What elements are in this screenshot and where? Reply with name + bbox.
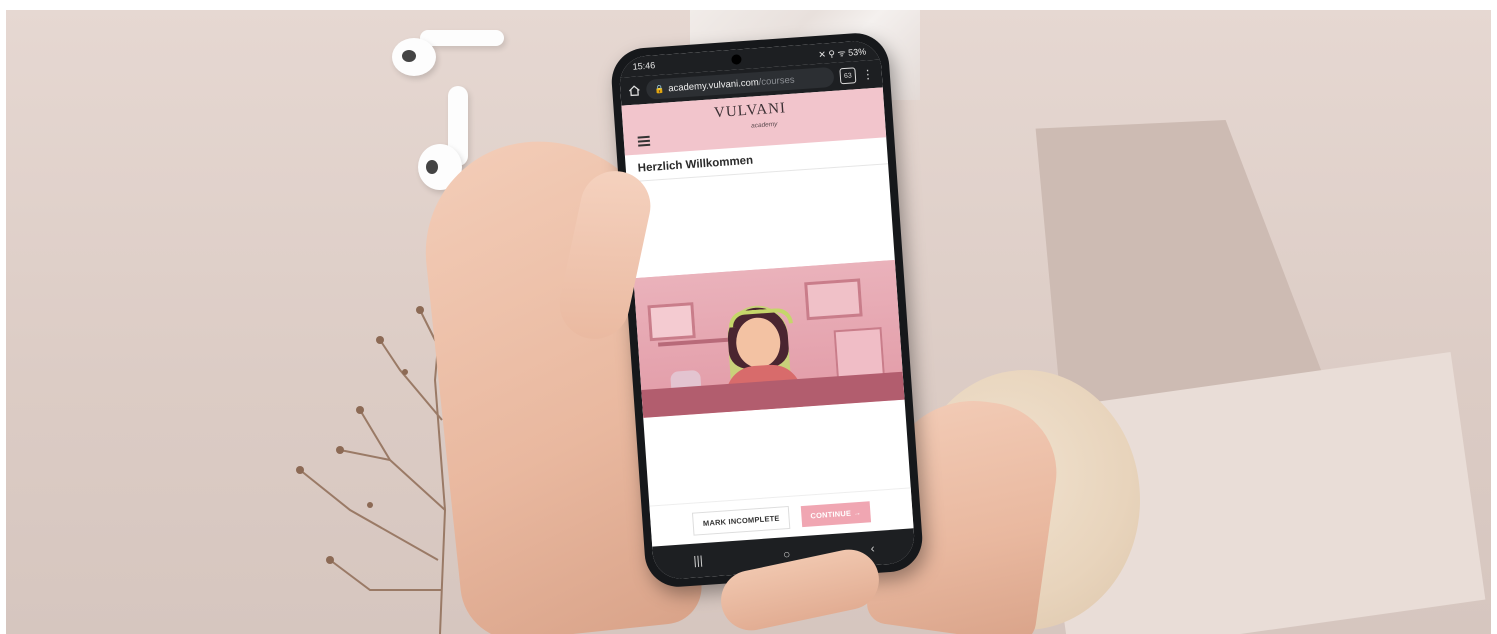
home-icon[interactable] [628,84,641,97]
front-camera [731,54,743,65]
photo-scene: 15:46 ✕ ⚲ ᯤ 53% 🔒 academy.vulvani.com/co… [0,0,1497,634]
lock-icon: 🔒 [654,84,665,94]
home-nav-icon[interactable]: ○ [783,547,791,561]
image-border-left [0,0,6,634]
mark-incomplete-button[interactable]: MARK INCOMPLETE [692,505,791,536]
site-logo[interactable]: VULVANI [714,100,787,122]
hamburger-icon[interactable] [637,135,651,147]
more-vert-icon[interactable]: ⋮ [861,67,874,82]
lesson-illustration [633,259,905,418]
status-time: 15:46 [632,60,656,72]
phone-screen: 15:46 ✕ ⚲ ᯤ 53% 🔒 academy.vulvani.com/co… [618,39,916,581]
lesson-blank-area [627,164,895,278]
tabs-count-button[interactable]: 63 [839,67,857,85]
site-logo-sub: academy [750,120,778,130]
back-icon[interactable]: ‹ [870,541,875,555]
smartphone: 15:46 ✕ ⚲ ᯤ 53% 🔒 academy.vulvani.com/co… [609,30,925,590]
recents-icon[interactable]: ||| [693,553,703,568]
image-border-right [1491,0,1497,634]
image-border-top [0,0,1497,10]
status-indicators: ✕ ⚲ ᯤ 53% [818,45,867,60]
continue-button[interactable]: CONTINUE → [800,500,871,527]
url-host: academy.vulvani.com [667,76,760,94]
url-path: /courses [758,74,795,88]
